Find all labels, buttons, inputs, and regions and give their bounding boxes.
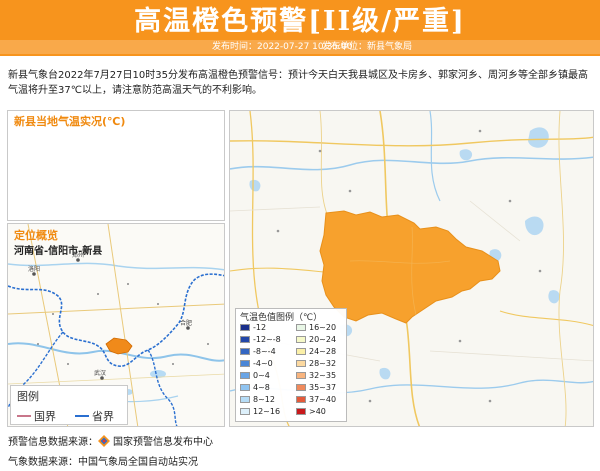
border-legend-title: 图例	[17, 390, 39, 403]
legend-label: 8~12	[253, 395, 275, 404]
legend-swatch	[296, 360, 306, 367]
legend-label: 32~35	[309, 371, 337, 380]
legend-label: 0~4	[253, 371, 270, 380]
legend-label: -4~0	[253, 359, 273, 368]
legend-label: 37~40	[309, 395, 337, 404]
location-path: 河南省-信阳市-新县	[14, 246, 103, 257]
legend-swatch	[240, 348, 250, 355]
svg-text:合肥: 合肥	[180, 319, 192, 327]
legend-label: 4~8	[253, 383, 270, 392]
legend-item: 32~35	[296, 371, 336, 381]
legend-swatch	[296, 372, 306, 379]
legend-item: 28~32	[296, 359, 336, 369]
temperature-panel-title: 新县当地气温实况(℃)	[14, 115, 126, 128]
legend-item: 4~8	[240, 383, 270, 393]
legend-item: 8~12	[240, 395, 275, 405]
legend-item: -8~-4	[240, 347, 276, 357]
legend-label: -12	[253, 323, 267, 332]
legend-swatch	[240, 408, 250, 415]
svg-text:武汉: 武汉	[94, 369, 106, 377]
warning-source-label: 预警信息数据来源：	[8, 437, 98, 448]
warning-title: 高温橙色预警[II级/严重]	[134, 6, 466, 37]
country-border-swatch	[17, 415, 31, 417]
warning-header: 高温橙色预警[II级/严重] 发布时间：2022-07-27 10:35:00 …	[0, 0, 600, 56]
legend-item: 24~28	[296, 347, 336, 357]
province-border-label: 省界	[92, 410, 114, 423]
legend-swatch	[240, 384, 250, 391]
legend-swatch	[296, 348, 306, 355]
legend-item: 35~37	[296, 383, 336, 393]
legend-label: 28~32	[309, 359, 337, 368]
legend-label: >40	[309, 407, 326, 416]
legend-item: -4~0	[240, 359, 273, 369]
legend-item: -12	[240, 323, 266, 333]
weather-source: 气象数据来源：中国气象局全国自动站实况	[8, 457, 198, 468]
legend-swatch	[240, 324, 250, 331]
legend-item: 0~4	[240, 371, 270, 381]
svg-text:洛阳: 洛阳	[28, 265, 40, 273]
temperature-panel: 新县当地气温实况(℃)	[7, 110, 225, 221]
warning-source: 预警信息数据来源： 国家预警信息发布中心	[8, 433, 213, 448]
legend-item: >40	[296, 407, 326, 417]
temperature-legend: 气温色值图例（℃） -12 -12~-8 -8~-4 -4~0 0~4 4~8 8~12 12…	[235, 308, 347, 422]
legend-label: -12~-8	[253, 335, 281, 344]
legend-swatch	[296, 396, 306, 403]
publish-unit: 发布单位：新县气象局	[322, 42, 413, 52]
country-border-label: 国界	[34, 410, 56, 423]
legend-item: 12~16	[240, 407, 280, 417]
warning-center-logo-icon	[98, 435, 110, 447]
border-legend: 图例 国界 省界	[10, 385, 128, 425]
publish-info-bar: 发布时间：2022-07-27 10:35:00 发布单位：新县气象局	[0, 40, 600, 54]
legend-swatch	[296, 336, 306, 343]
legend-label: 35~37	[309, 383, 337, 392]
legend-label: 16~20	[309, 323, 337, 332]
legend-label: 24~28	[309, 347, 337, 356]
legend-swatch	[240, 372, 250, 379]
legend-swatch	[296, 324, 306, 331]
legend-label: 20~24	[309, 335, 337, 344]
legend-label: 12~16	[253, 407, 281, 416]
warning-source-org[interactable]: 国家预警信息发布中心	[113, 437, 213, 448]
province-border-swatch	[75, 415, 89, 417]
legend-swatch	[240, 360, 250, 367]
legend-swatch	[240, 336, 250, 343]
legend-item: 16~20	[296, 323, 336, 333]
legend-item: 37~40	[296, 395, 336, 405]
legend-swatch	[296, 384, 306, 391]
legend-item: -12~-8	[240, 335, 281, 345]
legend-label: -8~-4	[253, 347, 276, 356]
legend-item: 20~24	[296, 335, 336, 345]
warning-description: 新县气象台2022年7月27日10时35分发布高温橙色预警信号：预计今天白天我县…	[8, 70, 588, 96]
location-panel-title: 定位概览	[14, 229, 58, 242]
temperature-legend-title: 气温色值图例（℃）	[240, 313, 323, 323]
legend-swatch	[296, 408, 306, 415]
legend-swatch	[240, 396, 250, 403]
